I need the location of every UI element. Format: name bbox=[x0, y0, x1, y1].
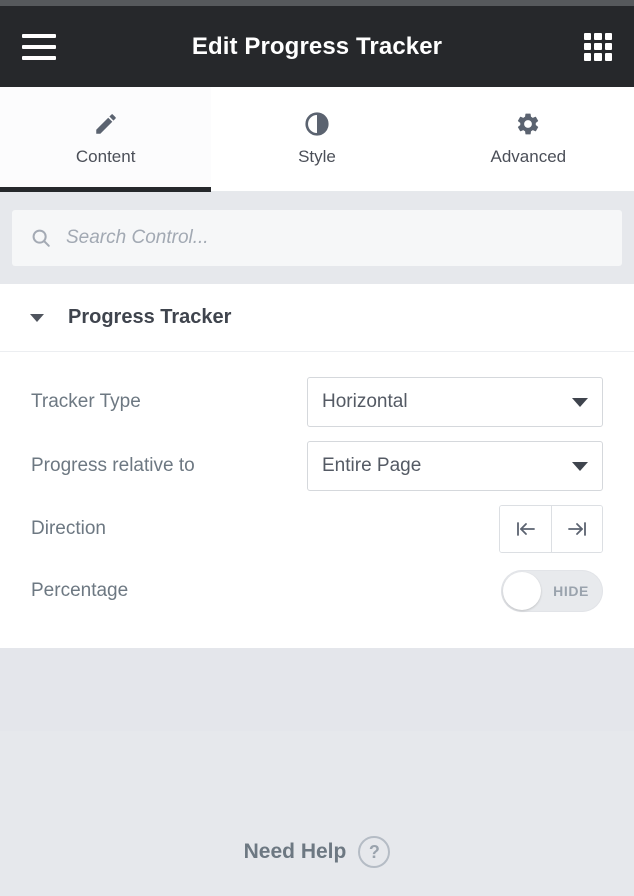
tab-label: Content bbox=[75, 147, 136, 166]
footer: Need Help ? bbox=[0, 731, 634, 896]
content-panel: Progress Tracker Tracker Type Horizontal… bbox=[0, 284, 634, 648]
chevron-down-icon bbox=[572, 397, 588, 407]
progress-relative-value: Entire Page bbox=[322, 455, 422, 476]
search-input[interactable] bbox=[66, 227, 604, 249]
control-row-tracker-type: Tracker Type Horizontal bbox=[31, 370, 603, 434]
control-row-percentage: Percentage HIDE bbox=[31, 560, 603, 622]
section-title: Progress Tracker bbox=[68, 306, 232, 328]
controls-list: Tracker Type Horizontal Progress relativ… bbox=[0, 352, 634, 648]
section-header-progress-tracker[interactable]: Progress Tracker bbox=[0, 284, 634, 352]
need-help-label: Need Help bbox=[243, 840, 347, 863]
control-row-direction: Direction bbox=[31, 498, 603, 560]
hamburger-bar bbox=[22, 33, 56, 38]
tab-content[interactable]: Content bbox=[0, 87, 212, 192]
hamburger-bar bbox=[22, 55, 56, 60]
control-label: Progress relative to bbox=[31, 455, 195, 476]
direction-option-left[interactable] bbox=[500, 506, 551, 552]
control-label: Percentage bbox=[31, 580, 129, 601]
tab-label: Style bbox=[298, 147, 336, 166]
arrow-to-left-icon bbox=[514, 519, 538, 539]
control-row-progress-relative-to: Progress relative to Entire Page bbox=[31, 434, 603, 498]
apps-grid-cell bbox=[604, 32, 612, 40]
apps-grid-cell bbox=[594, 42, 602, 51]
progress-relative-select[interactable]: Entire Page bbox=[307, 441, 603, 491]
apps-grid-cell bbox=[604, 53, 612, 61]
question-mark-circle-icon: ? bbox=[358, 836, 391, 868]
apps-grid-cell bbox=[584, 53, 592, 61]
percentage-toggle[interactable]: HIDE bbox=[501, 570, 603, 612]
apps-grid-cell bbox=[594, 53, 602, 61]
apps-grid-icon[interactable] bbox=[584, 32, 612, 61]
tab-label: Advanced bbox=[490, 147, 567, 166]
hamburger-bar bbox=[22, 44, 56, 49]
contrast-half-circle-icon bbox=[304, 111, 330, 137]
chevron-down-icon bbox=[30, 313, 44, 322]
tracker-type-select[interactable]: Horizontal bbox=[307, 377, 603, 427]
control-label: Tracker Type bbox=[31, 391, 141, 412]
direction-choice-group bbox=[499, 505, 603, 553]
gear-icon bbox=[515, 111, 541, 137]
tracker-type-value: Horizontal bbox=[322, 391, 408, 412]
page-title: Edit Progress Tracker bbox=[191, 32, 443, 60]
apps-grid-cell bbox=[594, 32, 602, 40]
search-control[interactable] bbox=[12, 210, 622, 266]
tab-advanced[interactable]: Advanced bbox=[422, 87, 634, 191]
chevron-down-icon bbox=[572, 461, 588, 471]
hamburger-menu-icon[interactable] bbox=[22, 33, 56, 60]
tracker-type-select-wrap: Horizontal bbox=[307, 377, 603, 427]
direction-option-right[interactable] bbox=[551, 506, 602, 552]
app-header: Edit Progress Tracker bbox=[0, 6, 634, 87]
need-help-button[interactable]: Need Help ? bbox=[244, 836, 391, 868]
tab-style[interactable]: Style bbox=[211, 87, 423, 191]
toggle-state-label: HIDE bbox=[553, 583, 589, 599]
control-label: Direction bbox=[31, 518, 106, 539]
progress-relative-select-wrap: Entire Page bbox=[307, 441, 603, 491]
tab-bar: Content Style Advanced bbox=[0, 87, 634, 192]
apps-grid-cell bbox=[604, 42, 612, 51]
pencil-icon bbox=[93, 111, 119, 137]
search-icon bbox=[30, 227, 52, 249]
apps-grid-cell bbox=[584, 32, 592, 40]
apps-grid-cell bbox=[584, 42, 592, 51]
search-panel bbox=[0, 192, 634, 284]
arrow-to-right-icon bbox=[565, 519, 589, 539]
toggle-knob bbox=[503, 572, 541, 610]
